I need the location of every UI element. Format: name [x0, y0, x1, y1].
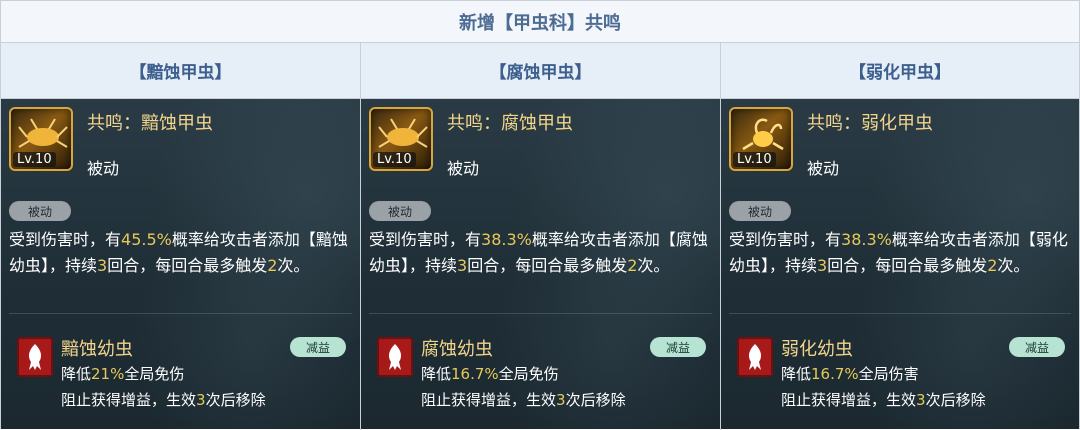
- resonance-table: 新增【甲虫科】共鸣 【黯蚀甲虫】 Lv.10 共鸣：黯蚀甲虫 被动 被动 受到伤…: [0, 0, 1080, 430]
- column-1: 【黯蚀甲虫】 Lv.10 共鸣：黯蚀甲虫 被动 被动 受到伤害时，有45.5%概…: [1, 43, 361, 430]
- skill-card: Lv.10 共鸣：黯蚀甲虫 被动 被动 受到伤害时，有45.5%概率给攻击者添加…: [1, 99, 360, 429]
- skill-card: Lv.10 共鸣：弱化甲虫 被动 被动 受到伤害时，有38.3%概率给攻击者添加…: [721, 99, 1079, 429]
- skill-description: 受到伤害时，有38.3%概率给攻击者添加【弱化幼虫】，持续3回合，每回合最多触发…: [729, 230, 1068, 275]
- debuff-description: 降低21%全局免伤 阻止获得增益，生效3次后移除: [61, 365, 266, 409]
- debuff-name: 弱化幼虫: [781, 339, 853, 360]
- skill-type: 被动: [447, 159, 480, 178]
- beetle-icon: Lv.10: [369, 107, 433, 171]
- skill-name: 共鸣：腐蚀甲虫: [447, 113, 573, 134]
- divider: [369, 313, 712, 314]
- skill-description: 受到伤害时，有45.5%概率给攻击者添加【黯蚀幼虫】，持续3回合，每回合最多触发…: [9, 230, 348, 275]
- column-3: 【弱化甲虫】 Lv.10 共鸣：弱化甲虫 被动 被动 受到伤害时，有38.3%概…: [721, 43, 1079, 430]
- level-badge: Lv.10: [733, 152, 776, 167]
- skill-type: 被动: [807, 159, 840, 178]
- page-title: 新增【甲虫科】共鸣: [1, 1, 1079, 43]
- debuff-description: 降低16.7%全局免伤 阻止获得增益，生效3次后移除: [421, 365, 626, 409]
- debuff-name: 腐蚀幼虫: [421, 339, 493, 360]
- divider: [729, 313, 1071, 314]
- column-heading: 【腐蚀甲虫】: [361, 43, 720, 99]
- debuff-name: 黯蚀幼虫: [61, 339, 133, 360]
- debuff-tag: 减益: [650, 337, 706, 357]
- passive-tag: 被动: [729, 201, 791, 221]
- beetle-icon: Lv.10: [9, 107, 73, 171]
- passive-tag: 被动: [369, 201, 431, 221]
- debuff-description: 降低16.7%全局伤害 阻止获得增益，生效3次后移除: [781, 365, 986, 409]
- skill-type: 被动: [87, 159, 120, 178]
- debuff-tag: 减益: [290, 337, 346, 357]
- debuff-tag: 减益: [1009, 337, 1065, 357]
- larva-debuff-icon: [737, 337, 773, 377]
- column-heading: 【弱化甲虫】: [721, 43, 1079, 99]
- level-badge: Lv.10: [13, 152, 56, 167]
- skill-name: 共鸣：弱化甲虫: [807, 113, 933, 134]
- passive-tag: 被动: [9, 201, 71, 221]
- skill-description: 受到伤害时，有38.3%概率给攻击者添加【腐蚀幼虫】，持续3回合，每回合最多触发…: [369, 230, 708, 275]
- divider: [9, 313, 352, 314]
- larva-debuff-icon: [17, 337, 53, 377]
- column-2: 【腐蚀甲虫】 Lv.10 共鸣：腐蚀甲虫 被动 被动 受到伤害时，有38.3%概…: [361, 43, 721, 430]
- level-badge: Lv.10: [373, 152, 416, 167]
- column-heading: 【黯蚀甲虫】: [1, 43, 360, 99]
- skill-card: Lv.10 共鸣：腐蚀甲虫 被动 被动 受到伤害时，有38.3%概率给攻击者添加…: [361, 99, 720, 429]
- scorpion-beetle-icon: Lv.10: [729, 107, 793, 171]
- larva-debuff-icon: [377, 337, 413, 377]
- skill-name: 共鸣：黯蚀甲虫: [87, 113, 213, 134]
